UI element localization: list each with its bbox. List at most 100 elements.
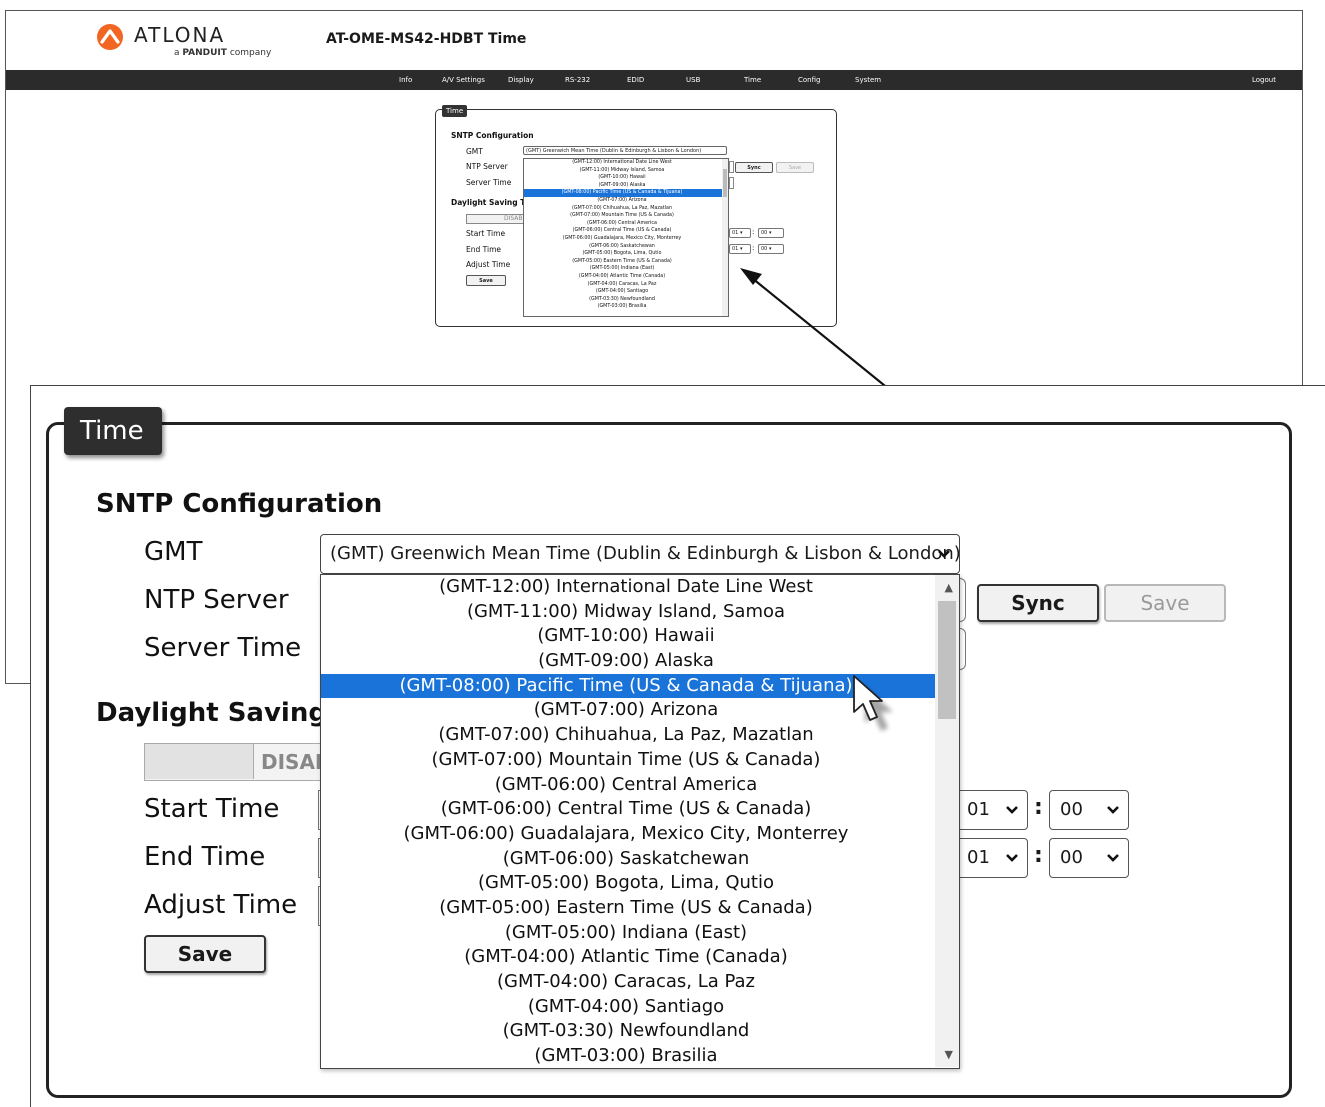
timezone-option-small[interactable]: (GMT-10:00) Hawaii: [524, 174, 728, 182]
start-hour-select[interactable]: 01: [956, 790, 1028, 830]
page-title: AT-OME-MS42-HDBT Time: [326, 31, 527, 47]
timezone-option-small[interactable]: (GMT-06:00) Guadalajara, Mexico City, Mo…: [524, 235, 728, 243]
timezone-options-small: (GMT-12:00) International Date Line West…: [524, 159, 728, 311]
end-time-label: End Time: [144, 842, 266, 872]
time-separator: :: [1034, 795, 1043, 820]
nav-usb[interactable]: USB: [686, 76, 700, 84]
dst-heading: Daylight Saving T: [96, 698, 354, 728]
timezone-option-small[interactable]: (GMT-04:00) Caracas, La Paz: [524, 281, 728, 289]
timezone-option[interactable]: (GMT-04:00) Caracas, La Paz: [321, 970, 959, 995]
logo-wordmark: ATLONA: [134, 23, 226, 47]
ntp-input-small[interactable]: [729, 161, 734, 173]
nav-display[interactable]: Display: [508, 76, 534, 84]
timezone-option[interactable]: (GMT-06:00) Central America: [321, 773, 959, 798]
nav-av-settings[interactable]: A/V Settings: [442, 76, 485, 84]
sync-button-small[interactable]: Sync: [735, 162, 773, 173]
nav-edid[interactable]: EDID: [627, 76, 644, 84]
timezone-option-small[interactable]: (GMT-07:00) Chihuahua, La Paz, Mazatlan: [524, 205, 728, 213]
sntp-heading-small: SNTP Configuration: [451, 131, 534, 140]
timezone-option[interactable]: (GMT-05:00) Eastern Time (US & Canada): [321, 896, 959, 921]
gmt-label: GMT: [144, 537, 203, 567]
mouse-pointer-icon: [853, 675, 893, 731]
scroll-up-arrow-icon[interactable]: ▲: [945, 581, 953, 594]
time-separator: :: [1034, 843, 1043, 868]
timezone-option-small[interactable]: (GMT-08:00) Pacific Time (US & Canada & …: [524, 189, 728, 197]
timezone-option-small[interactable]: (GMT-06:00) Saskatchewan: [524, 243, 728, 251]
timezone-option-small[interactable]: (GMT-07:00) Arizona: [524, 197, 728, 205]
timezone-option[interactable]: (GMT-03:00) Brasilia: [321, 1044, 959, 1068]
nav-time[interactable]: Time: [744, 76, 761, 84]
end-minute-select[interactable]: 00: [1049, 838, 1129, 878]
logo-tagline: a PANDUIT company: [174, 48, 272, 58]
timezone-option-small[interactable]: (GMT-03:30) Newfoundland: [524, 296, 728, 304]
start-time-label-small: Start Time: [466, 229, 506, 238]
sntp-heading: SNTP Configuration: [96, 489, 383, 519]
scrollbar-thumb-small[interactable]: [723, 169, 727, 197]
nav-rs232[interactable]: RS-232: [565, 76, 590, 84]
time-tab-small: Time: [442, 105, 468, 117]
timezone-dropdown-small[interactable]: (GMT-12:00) International Date Line West…: [523, 158, 729, 317]
nav-logout[interactable]: Logout: [1252, 76, 1276, 84]
dropdown-scrollbar[interactable]: ▲ ▼: [935, 575, 959, 1067]
timezone-dropdown[interactable]: (GMT-12:00) International Date Line West…: [320, 574, 960, 1069]
start-minute-select[interactable]: 00: [1049, 790, 1129, 830]
colon-small-2: :: [752, 244, 755, 252]
timezone-option[interactable]: (GMT-05:00) Bogota, Lima, Qutio: [321, 871, 959, 896]
gmt-select-small[interactable]: (GMT) Greenwich Mean Time (Dublin & Edin…: [523, 146, 727, 155]
dropdown-scrollbar-small[interactable]: [722, 159, 728, 316]
adjust-time-label-small: Adjust Time: [466, 260, 511, 269]
start-minute-select-small[interactable]: 00 ▾: [758, 228, 784, 238]
timezone-option[interactable]: (GMT-03:30) Newfoundland: [321, 1019, 959, 1044]
save-button-small[interactable]: Save: [466, 275, 506, 286]
timezone-option-small[interactable]: (GMT-05:00) Indiana (East): [524, 265, 728, 273]
timezone-option-small[interactable]: (GMT-11:00) Midway Island, Samoa: [524, 167, 728, 175]
timezone-option-small[interactable]: (GMT-06:00) Central America: [524, 220, 728, 228]
timezone-option[interactable]: (GMT-09:00) Alaska: [321, 649, 959, 674]
end-hour-select[interactable]: 01: [956, 838, 1028, 878]
gmt-label-small: GMT: [466, 147, 483, 156]
top-navbar: Info A/V Settings Display RS-232 EDID US…: [6, 70, 1302, 90]
timezone-option[interactable]: (GMT-05:00) Indiana (East): [321, 921, 959, 946]
timezone-option[interactable]: (GMT-07:00) Mountain Time (US & Canada): [321, 748, 959, 773]
timezone-option[interactable]: (GMT-04:00) Santiago: [321, 995, 959, 1020]
gmt-select[interactable]: (GMT) Greenwich Mean Time (Dublin & Edin…: [320, 534, 960, 574]
timezone-option[interactable]: (GMT-06:00) Guadalajara, Mexico City, Mo…: [321, 822, 959, 847]
timezone-option-small[interactable]: (GMT-09:00) Alaska: [524, 182, 728, 190]
server-time-input-small: [729, 177, 734, 189]
dst-toggle[interactable]: DISAB: [144, 743, 330, 781]
sync-button[interactable]: Sync: [977, 584, 1099, 622]
timezone-option[interactable]: (GMT-10:00) Hawaii: [321, 624, 959, 649]
end-minute-select-small[interactable]: 00 ▾: [758, 244, 784, 254]
timezone-option-small[interactable]: (GMT-03:00) Brasilia: [524, 303, 728, 311]
timezone-option-small[interactable]: (GMT-05:00) Bogota, Lima, Qutio: [524, 250, 728, 258]
end-time-label-small: End Time: [466, 245, 501, 254]
server-time-label: Server Time: [144, 633, 302, 663]
ntp-server-label: NTP Server: [144, 585, 289, 615]
timezone-option-small[interactable]: (GMT-04:00) Santiago: [524, 288, 728, 296]
ntp-save-button-small[interactable]: Save: [776, 162, 814, 173]
timezone-options: (GMT-12:00) International Date Line West…: [321, 575, 959, 1068]
timezone-option-small[interactable]: (GMT-04:00) Atlantic Time (Canada): [524, 273, 728, 281]
timezone-option[interactable]: (GMT-06:00) Saskatchewan: [321, 847, 959, 872]
save-button[interactable]: Save: [144, 935, 266, 973]
nav-system[interactable]: System: [855, 76, 881, 84]
start-hour-select-small[interactable]: 01 ▾: [729, 228, 751, 238]
timezone-option-small[interactable]: (GMT-07:00) Mountain Time (US & Canada): [524, 212, 728, 220]
dst-heading-small: Daylight Saving T: [451, 198, 526, 207]
timezone-option[interactable]: (GMT-06:00) Central Time (US & Canada): [321, 797, 959, 822]
nav-info[interactable]: Info: [399, 76, 412, 84]
scrollbar-thumb[interactable]: [938, 601, 956, 719]
timezone-option[interactable]: (GMT-11:00) Midway Island, Samoa: [321, 600, 959, 625]
dst-toggle-label-small: DISAB: [504, 215, 523, 222]
end-hour-select-small[interactable]: 01 ▾: [729, 244, 751, 254]
timezone-option-small[interactable]: (GMT-06:00) Central Time (US & Canada): [524, 227, 728, 235]
scroll-down-arrow-icon[interactable]: ▼: [945, 1048, 953, 1061]
toggle-knob: [145, 744, 254, 779]
nav-config[interactable]: Config: [798, 76, 820, 84]
timezone-option-small[interactable]: (GMT-05:00) Eastern Time (US & Canada): [524, 258, 728, 266]
timezone-option[interactable]: (GMT-12:00) International Date Line West: [321, 575, 959, 600]
ntp-save-button[interactable]: Save: [1104, 584, 1226, 622]
timezone-option-small[interactable]: (GMT-12:00) International Date Line West: [524, 159, 728, 167]
timezone-option[interactable]: (GMT-04:00) Atlantic Time (Canada): [321, 945, 959, 970]
atlona-logo: ATLONA a PANDUIT company: [96, 21, 276, 61]
